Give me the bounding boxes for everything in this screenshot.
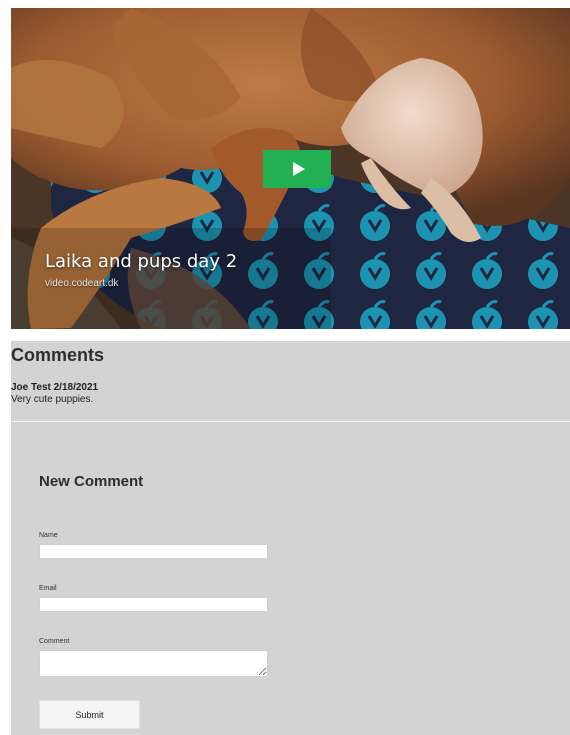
- video-title[interactable]: Laika and pups day 2: [45, 251, 237, 272]
- video-player[interactable]: Laika and pups day 2 video.codeart.dk: [11, 8, 570, 329]
- comment-textarea[interactable]: [39, 650, 268, 677]
- email-label: Email: [39, 585, 57, 592]
- video-source[interactable]: video.codeart.dk: [45, 278, 118, 289]
- email-input[interactable]: [39, 597, 268, 612]
- comments-panel: Comments Joe Test 2/18/2021 Very cute pu…: [11, 341, 570, 735]
- play-button[interactable]: [263, 150, 331, 188]
- new-comment-heading: New Comment: [39, 473, 144, 490]
- comments-heading: Comments: [11, 345, 105, 365]
- comment-author-date: Joe Test 2/18/2021: [11, 382, 99, 393]
- comment-item: Joe Test 2/18/2021 Very cute puppies.: [11, 382, 98, 406]
- submit-button[interactable]: Submit: [39, 700, 140, 729]
- divider: [11, 421, 570, 422]
- comment-label: Comment: [39, 638, 70, 645]
- name-input[interactable]: [39, 544, 268, 559]
- name-label: Name: [39, 532, 58, 539]
- play-icon: [292, 162, 305, 176]
- comment-text: Very cute puppies.: [11, 394, 94, 405]
